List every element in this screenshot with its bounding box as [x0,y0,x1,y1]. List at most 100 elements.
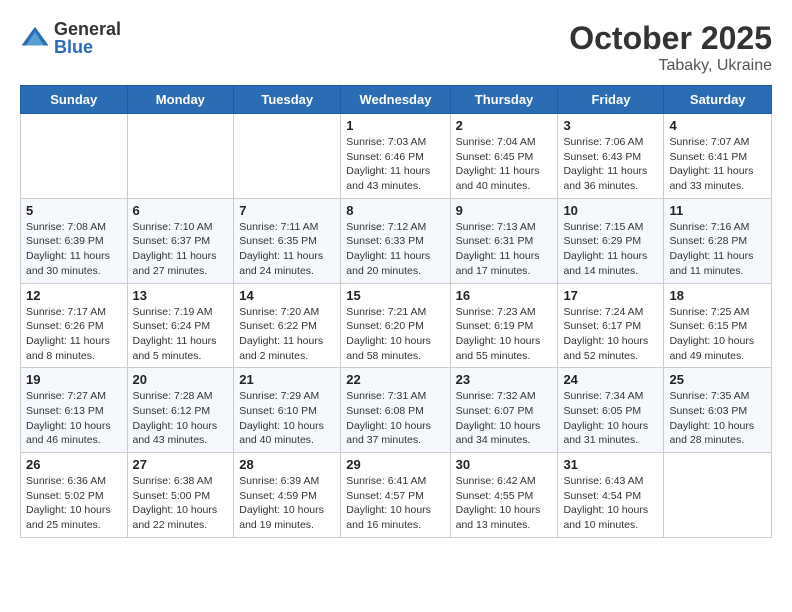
month-title: October 2025 [569,20,772,57]
calendar-week-row: 12 Sunrise: 7:17 AM Sunset: 6:26 PM Dayli… [21,283,772,368]
calendar-day-cell: 31Sunrise: 6:43 AM Sunset: 4:54 PM Dayli… [558,453,664,538]
day-number: 12 [26,288,122,303]
day-number: 26 [26,457,122,472]
calendar-week-row: 5 Sunrise: 7:08 AM Sunset: 6:39 PM Daylig… [21,198,772,283]
day-info: Sunrise: 7:27 AM Sunset: 6:13 PM Dayligh… [26,389,122,448]
day-number: 30 [456,457,553,472]
calendar-day-cell: 23 Sunrise: 7:32 AM Sunset: 6:07 PM Dayli… [450,368,558,453]
day-info: Sunrise: 6:41 AM Sunset: 4:57 PM Dayligh… [346,474,444,533]
day-number: 23 [456,372,553,387]
day-number: 15 [346,288,444,303]
calendar-day-cell: 11 Sunrise: 7:16 AM Sunset: 6:28 PM Dayli… [664,198,772,283]
calendar-week-row: 26Sunrise: 6:36 AM Sunset: 5:02 PM Dayli… [21,453,772,538]
calendar-day-cell: 26Sunrise: 6:36 AM Sunset: 5:02 PM Dayli… [21,453,128,538]
day-info: Sunrise: 7:08 AM Sunset: 6:39 PM Dayligh… [26,220,122,279]
calendar-week-row: 1 Sunrise: 7:03 AM Sunset: 6:46 PM Daylig… [21,114,772,199]
day-number: 28 [239,457,335,472]
calendar-day-cell: 21 Sunrise: 7:29 AM Sunset: 6:10 PM Dayli… [234,368,341,453]
day-number: 2 [456,118,553,133]
day-number: 11 [669,203,766,218]
day-info: Sunrise: 7:13 AM Sunset: 6:31 PM Dayligh… [456,220,553,279]
day-number: 8 [346,203,444,218]
calendar-day-cell: 28Sunrise: 6:39 AM Sunset: 4:59 PM Dayli… [234,453,341,538]
day-info: Sunrise: 7:29 AM Sunset: 6:10 PM Dayligh… [239,389,335,448]
day-of-week-header: Friday [558,86,664,114]
calendar-day-cell: 12 Sunrise: 7:17 AM Sunset: 6:26 PM Dayli… [21,283,128,368]
day-info: Sunrise: 7:07 AM Sunset: 6:41 PM Dayligh… [669,135,766,194]
day-info: Sunrise: 7:15 AM Sunset: 6:29 PM Dayligh… [563,220,658,279]
day-info: Sunrise: 7:11 AM Sunset: 6:35 PM Dayligh… [239,220,335,279]
day-info: Sunrise: 7:16 AM Sunset: 6:28 PM Dayligh… [669,220,766,279]
location: Tabaky, Ukraine [569,57,772,75]
day-number: 14 [239,288,335,303]
day-number: 4 [669,118,766,133]
calendar-day-cell [234,114,341,199]
day-info: Sunrise: 7:12 AM Sunset: 6:33 PM Dayligh… [346,220,444,279]
calendar-day-cell: 27 Sunrise: 6:38 AM Sunset: 5:00 PM Dayli… [127,453,234,538]
day-info: Sunrise: 7:06 AM Sunset: 6:43 PM Dayligh… [563,135,658,194]
day-number: 5 [26,203,122,218]
day-of-week-header: Monday [127,86,234,114]
day-number: 6 [133,203,229,218]
day-info: Sunrise: 7:21 AM Sunset: 6:20 PM Dayligh… [346,305,444,364]
calendar-header-row: SundayMondayTuesdayWednesdayThursdayFrid… [21,86,772,114]
day-number: 27 [133,457,229,472]
day-number: 22 [346,372,444,387]
day-info: Sunrise: 7:20 AM Sunset: 6:22 PM Dayligh… [239,305,335,364]
logo-text: General Blue [54,20,121,56]
title-block: October 2025 Tabaky, Ukraine [569,20,772,75]
day-number: 20 [133,372,229,387]
day-info: Sunrise: 6:42 AM Sunset: 4:55 PM Dayligh… [456,474,553,533]
calendar-day-cell [21,114,128,199]
calendar-day-cell [664,453,772,538]
day-of-week-header: Sunday [21,86,128,114]
day-info: Sunrise: 7:03 AM Sunset: 6:46 PM Dayligh… [346,135,444,194]
day-info: Sunrise: 7:32 AM Sunset: 6:07 PM Dayligh… [456,389,553,448]
day-number: 18 [669,288,766,303]
day-info: Sunrise: 7:24 AM Sunset: 6:17 PM Dayligh… [563,305,658,364]
day-of-week-header: Tuesday [234,86,341,114]
logo-icon [20,23,50,53]
day-info: Sunrise: 7:31 AM Sunset: 6:08 PM Dayligh… [346,389,444,448]
calendar-day-cell: 2Sunrise: 7:04 AM Sunset: 6:45 PM Daylig… [450,114,558,199]
calendar-day-cell: 30 Sunrise: 6:42 AM Sunset: 4:55 PM Dayli… [450,453,558,538]
day-info: Sunrise: 7:34 AM Sunset: 6:05 PM Dayligh… [563,389,658,448]
page-header: General Blue October 2025 Tabaky, Ukrain… [20,20,772,75]
calendar-day-cell: 5 Sunrise: 7:08 AM Sunset: 6:39 PM Daylig… [21,198,128,283]
calendar-day-cell: 8 Sunrise: 7:12 AM Sunset: 6:33 PM Daylig… [341,198,450,283]
calendar-day-cell: 20 Sunrise: 7:28 AM Sunset: 6:12 PM Dayli… [127,368,234,453]
day-number: 25 [669,372,766,387]
calendar-day-cell: 6 Sunrise: 7:10 AM Sunset: 6:37 PM Daylig… [127,198,234,283]
calendar-day-cell: 29 Sunrise: 6:41 AM Sunset: 4:57 PM Dayli… [341,453,450,538]
calendar-day-cell: 17 Sunrise: 7:24 AM Sunset: 6:17 PM Dayli… [558,283,664,368]
day-info: Sunrise: 7:35 AM Sunset: 6:03 PM Dayligh… [669,389,766,448]
calendar-day-cell: 9 Sunrise: 7:13 AM Sunset: 6:31 PM Daylig… [450,198,558,283]
day-info: Sunrise: 6:38 AM Sunset: 5:00 PM Dayligh… [133,474,229,533]
day-info: Sunrise: 7:28 AM Sunset: 6:12 PM Dayligh… [133,389,229,448]
day-number: 31 [563,457,658,472]
day-number: 1 [346,118,444,133]
calendar-day-cell: 22 Sunrise: 7:31 AM Sunset: 6:08 PM Dayli… [341,368,450,453]
calendar-day-cell: 13Sunrise: 7:19 AM Sunset: 6:24 PM Dayli… [127,283,234,368]
day-number: 21 [239,372,335,387]
day-number: 19 [26,372,122,387]
calendar-day-cell: 18Sunrise: 7:25 AM Sunset: 6:15 PM Dayli… [664,283,772,368]
day-number: 3 [563,118,658,133]
day-info: Sunrise: 7:10 AM Sunset: 6:37 PM Dayligh… [133,220,229,279]
calendar-table: SundayMondayTuesdayWednesdayThursdayFrid… [20,85,772,538]
day-info: Sunrise: 7:17 AM Sunset: 6:26 PM Dayligh… [26,305,122,364]
day-number: 17 [563,288,658,303]
day-number: 29 [346,457,444,472]
logo: General Blue [20,20,121,56]
calendar-day-cell: 3 Sunrise: 7:06 AM Sunset: 6:43 PM Daylig… [558,114,664,199]
calendar-day-cell: 25 Sunrise: 7:35 AM Sunset: 6:03 PM Dayli… [664,368,772,453]
calendar-day-cell: 24Sunrise: 7:34 AM Sunset: 6:05 PM Dayli… [558,368,664,453]
calendar-day-cell: 1 Sunrise: 7:03 AM Sunset: 6:46 PM Daylig… [341,114,450,199]
day-of-week-header: Thursday [450,86,558,114]
logo-blue: Blue [54,38,121,56]
calendar-week-row: 19 Sunrise: 7:27 AM Sunset: 6:13 PM Dayli… [21,368,772,453]
day-number: 9 [456,203,553,218]
calendar-day-cell: 4 Sunrise: 7:07 AM Sunset: 6:41 PM Daylig… [664,114,772,199]
calendar-day-cell: 15 Sunrise: 7:21 AM Sunset: 6:20 PM Dayli… [341,283,450,368]
calendar-day-cell: 14 Sunrise: 7:20 AM Sunset: 6:22 PM Dayli… [234,283,341,368]
